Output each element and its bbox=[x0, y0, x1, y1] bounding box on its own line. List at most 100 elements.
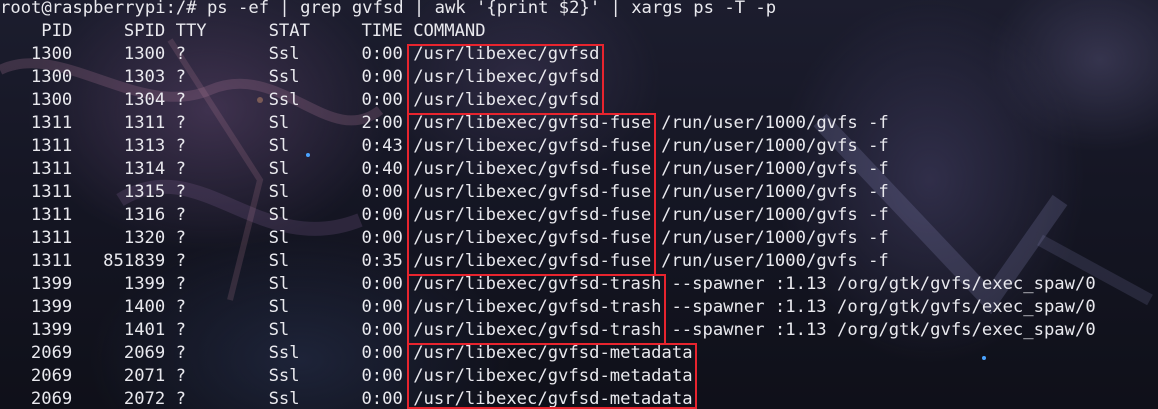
time-cell: 0:00 bbox=[361, 228, 403, 248]
spid-cell: 1300 bbox=[123, 44, 166, 64]
time-cell: 0:00 bbox=[361, 389, 403, 409]
time-cell: 0:00 bbox=[361, 182, 403, 202]
pid-cell: 1311 bbox=[30, 113, 73, 133]
spid-cell: 2071 bbox=[123, 366, 166, 386]
stat-cell: Ssl bbox=[268, 44, 300, 64]
spid-cell: 1304 bbox=[123, 90, 166, 110]
tty-cell: ? bbox=[175, 320, 186, 340]
tty-cell: ? bbox=[175, 44, 186, 64]
spid-cell: 1399 bbox=[123, 274, 166, 294]
spid-cell: 1401 bbox=[123, 320, 166, 340]
tty-cell: ? bbox=[175, 297, 186, 317]
stat-cell: Sl bbox=[268, 320, 290, 340]
time-cell: 0:35 bbox=[361, 251, 403, 271]
spid-cell: 2069 bbox=[123, 343, 166, 363]
args-cell: /run/user/1000/gvfs -f bbox=[661, 205, 889, 225]
time-cell: 0:00 bbox=[361, 320, 403, 340]
time-cell: 0:00 bbox=[361, 44, 403, 64]
spid-cell: 1303 bbox=[123, 67, 166, 87]
tty-cell: ? bbox=[175, 113, 186, 133]
stat-cell: Sl bbox=[268, 297, 290, 317]
command-highlight-box bbox=[407, 44, 605, 115]
pid-cell: 1399 bbox=[30, 297, 73, 317]
time-cell: 0:40 bbox=[361, 159, 403, 179]
pid-cell: 2069 bbox=[30, 366, 73, 386]
stat-cell: Sl bbox=[268, 205, 290, 225]
tty-cell: ? bbox=[175, 67, 186, 87]
pid-cell: 1311 bbox=[30, 251, 73, 271]
tty-cell: ? bbox=[175, 274, 186, 294]
stat-cell: Ssl bbox=[268, 366, 300, 386]
terminal[interactable]: root@raspberrypi:/# ps -ef | grep gvfsd … bbox=[0, 0, 1158, 409]
tty-cell: ? bbox=[175, 159, 186, 179]
stat-cell: Ssl bbox=[268, 389, 300, 409]
tty-cell: ? bbox=[175, 251, 186, 271]
stat-cell: Ssl bbox=[268, 67, 300, 87]
stat-cell: Sl bbox=[268, 113, 290, 133]
pid-cell: 1311 bbox=[30, 205, 73, 225]
spid-cell: 2072 bbox=[123, 389, 166, 409]
pid-cell: 1311 bbox=[30, 159, 73, 179]
tty-cell: ? bbox=[175, 136, 186, 156]
stat-cell: Sl bbox=[268, 182, 290, 202]
command-highlight-box bbox=[407, 274, 667, 345]
header-spid: SPID bbox=[123, 21, 166, 41]
args-cell: /run/user/1000/gvfs -f bbox=[661, 182, 889, 202]
pid-cell: 1300 bbox=[30, 67, 73, 87]
tty-cell: ? bbox=[175, 366, 186, 386]
args-cell: --spawner :1.13 /org/gtk/gvfs/exec_spaw/… bbox=[671, 274, 1096, 294]
time-cell: 2:00 bbox=[361, 113, 403, 133]
header-time: TIME bbox=[361, 21, 403, 41]
header-tty: TTY bbox=[175, 21, 207, 41]
spid-cell: 1316 bbox=[123, 205, 166, 225]
stat-cell: Sl bbox=[268, 228, 290, 248]
args-cell: /run/user/1000/gvfs -f bbox=[661, 251, 889, 271]
time-cell: 0:00 bbox=[361, 205, 403, 225]
pid-cell: 2069 bbox=[30, 343, 73, 363]
args-cell: /run/user/1000/gvfs -f bbox=[661, 136, 889, 156]
time-cell: 0:00 bbox=[361, 90, 403, 110]
spid-cell: 1313 bbox=[123, 136, 166, 156]
stat-cell: Ssl bbox=[268, 90, 300, 110]
spid-cell: 1315 bbox=[123, 182, 166, 202]
stat-cell: Ssl bbox=[268, 343, 300, 363]
spid-cell: 851839 bbox=[103, 251, 166, 271]
pid-cell: 1399 bbox=[30, 274, 73, 294]
spid-cell: 1311 bbox=[123, 113, 166, 133]
time-cell: 0:43 bbox=[361, 136, 403, 156]
header-pid: PID bbox=[41, 21, 73, 41]
time-cell: 0:00 bbox=[361, 366, 403, 386]
command-highlight-box bbox=[407, 343, 698, 409]
command-highlight-box bbox=[407, 113, 656, 276]
args-cell: --spawner :1.13 /org/gtk/gvfs/exec_spaw/… bbox=[671, 297, 1096, 317]
tty-cell: ? bbox=[175, 389, 186, 409]
pid-cell: 1311 bbox=[30, 228, 73, 248]
pid-cell: 1300 bbox=[30, 90, 73, 110]
spid-cell: 1320 bbox=[123, 228, 166, 248]
spid-cell: 1314 bbox=[123, 159, 166, 179]
time-cell: 0:00 bbox=[361, 274, 403, 294]
command-line: root@raspberrypi:/# ps -ef | grep gvfsd … bbox=[0, 0, 777, 18]
args-cell: --spawner :1.13 /org/gtk/gvfs/exec_spaw/… bbox=[671, 320, 1096, 340]
tty-cell: ? bbox=[175, 343, 186, 363]
tty-cell: ? bbox=[175, 90, 186, 110]
stat-cell: Sl bbox=[268, 159, 290, 179]
pid-cell: 2069 bbox=[30, 389, 73, 409]
pid-cell: 1300 bbox=[30, 44, 73, 64]
header-stat: STAT bbox=[268, 21, 310, 41]
time-cell: 0:00 bbox=[361, 297, 403, 317]
time-cell: 0:00 bbox=[361, 343, 403, 363]
args-cell: /run/user/1000/gvfs -f bbox=[661, 228, 889, 248]
tty-cell: ? bbox=[175, 205, 186, 225]
header-command: COMMAND bbox=[413, 21, 486, 41]
time-cell: 0:00 bbox=[361, 67, 403, 87]
tty-cell: ? bbox=[175, 182, 186, 202]
pid-cell: 1399 bbox=[30, 320, 73, 340]
pid-cell: 1311 bbox=[30, 182, 73, 202]
args-cell: /run/user/1000/gvfs -f bbox=[661, 113, 889, 133]
args-cell: /run/user/1000/gvfs -f bbox=[661, 159, 889, 179]
tty-cell: ? bbox=[175, 228, 186, 248]
stat-cell: Sl bbox=[268, 136, 290, 156]
pid-cell: 1311 bbox=[30, 136, 73, 156]
spid-cell: 1400 bbox=[123, 297, 166, 317]
